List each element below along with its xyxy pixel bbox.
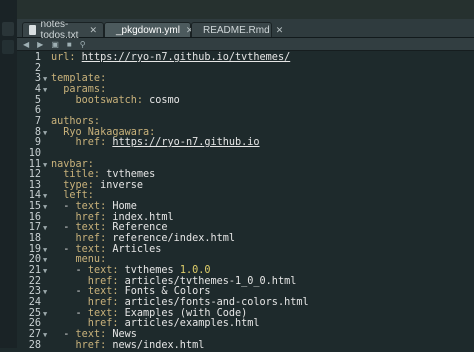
code-token: 1.0.0 bbox=[179, 265, 211, 276]
left-pane-strip bbox=[0, 0, 18, 348]
code-token: tvthemes bbox=[106, 169, 156, 181]
code-token: text: bbox=[87, 286, 125, 298]
save-icon[interactable]: ■ bbox=[67, 40, 72, 49]
code-token: text: bbox=[87, 307, 125, 319]
code-token: text: bbox=[75, 201, 113, 213]
tab-notes-todos[interactable]: notes-todos.txt ✕ bbox=[22, 19, 104, 41]
code-token: articles/examples.html bbox=[124, 318, 260, 330]
code-token: - bbox=[51, 201, 76, 213]
code-token: inverse bbox=[100, 179, 144, 191]
forward-arrow-icon[interactable]: ▶ bbox=[37, 40, 43, 49]
code-token: href: bbox=[51, 233, 113, 245]
code-token: tvthemes bbox=[124, 265, 180, 276]
code-token: - bbox=[51, 222, 76, 234]
code-token: authors: bbox=[51, 115, 101, 127]
line-number: 28 bbox=[28, 339, 41, 351]
code-token: template: bbox=[51, 73, 107, 85]
code-token: href: bbox=[51, 211, 113, 223]
code-token: articles/fonts-and-colors.html bbox=[124, 296, 309, 308]
code-editor[interactable]: 1 url: https://ryo-n7.github.io/tvthemes/… bbox=[17, 51, 474, 351]
code-token[interactable]: https://ryo-n7.github.io/tvthemes/ bbox=[82, 52, 291, 63]
code-token: href: bbox=[51, 296, 125, 308]
code-token: params: bbox=[51, 83, 107, 95]
code-token: - bbox=[51, 307, 88, 319]
pane-tab-icon[interactable] bbox=[2, 40, 14, 54]
code-token: - bbox=[51, 265, 88, 276]
editor-toolbar: ◀ ▶ ▣ ■ ⚲ bbox=[17, 38, 474, 51]
code-token: news/index.html bbox=[112, 339, 205, 351]
code-token: type: bbox=[51, 179, 101, 191]
code-token: href: bbox=[51, 339, 113, 351]
code-token: Articles bbox=[112, 243, 162, 255]
close-icon[interactable]: ✕ bbox=[89, 25, 97, 36]
code-token: index.html bbox=[112, 211, 174, 223]
code-token: href: bbox=[51, 275, 125, 287]
code-token: url: bbox=[51, 52, 82, 63]
code-token: Reference bbox=[112, 222, 168, 234]
code-token: articles/tvthemes-1_0_0.html bbox=[124, 275, 297, 287]
code-text: href: news/index.html bbox=[51, 339, 205, 352]
code-token: text: bbox=[75, 243, 113, 255]
code-token: text: bbox=[75, 328, 113, 340]
code-token: href: bbox=[51, 137, 113, 149]
code-token: News bbox=[112, 328, 137, 340]
code-token: Home bbox=[112, 201, 137, 213]
code-token: bootswatch: bbox=[51, 94, 150, 106]
text-file-icon bbox=[29, 25, 36, 35]
tab-label: README.Rmd bbox=[203, 24, 270, 36]
code-token: Ryo Nakagawara: bbox=[51, 126, 156, 138]
code-token: - bbox=[51, 243, 76, 255]
show-in-window-icon[interactable]: ▣ bbox=[51, 40, 59, 49]
code-token: cosmo bbox=[149, 94, 180, 106]
code-token: text: bbox=[87, 265, 125, 276]
code-token: menu: bbox=[51, 254, 107, 266]
code-token[interactable]: https://ryo-n7.github.io bbox=[112, 137, 259, 148]
code-token: title: bbox=[51, 169, 107, 181]
code-token: Examples (with Code) bbox=[124, 307, 248, 319]
pane-tab-icon[interactable] bbox=[2, 22, 14, 36]
back-arrow-icon[interactable]: ◀ bbox=[23, 40, 29, 49]
code-token: - bbox=[51, 286, 88, 298]
tab-pkgdown-yml[interactable]: _pkgdown.yml ✕ bbox=[104, 22, 193, 37]
code-token: navbar: bbox=[51, 158, 94, 170]
window-top-bar bbox=[17, 0, 474, 19]
code-token: Fonts & Colors bbox=[124, 286, 211, 298]
close-icon[interactable]: ✕ bbox=[276, 25, 284, 36]
code-line[interactable]: 28 href: news/index.html bbox=[17, 340, 474, 352]
search-icon[interactable]: ⚲ bbox=[80, 40, 86, 49]
code-token: text: bbox=[75, 222, 113, 234]
code-token: href: bbox=[51, 318, 125, 330]
tab-label: _pkgdown.yml bbox=[116, 24, 180, 36]
code-token: - bbox=[51, 328, 76, 340]
tab-readme-rmd[interactable]: README.Rmd ✕ bbox=[191, 22, 283, 37]
code-token: left: bbox=[51, 190, 94, 202]
code-token: reference/index.html bbox=[112, 233, 236, 245]
